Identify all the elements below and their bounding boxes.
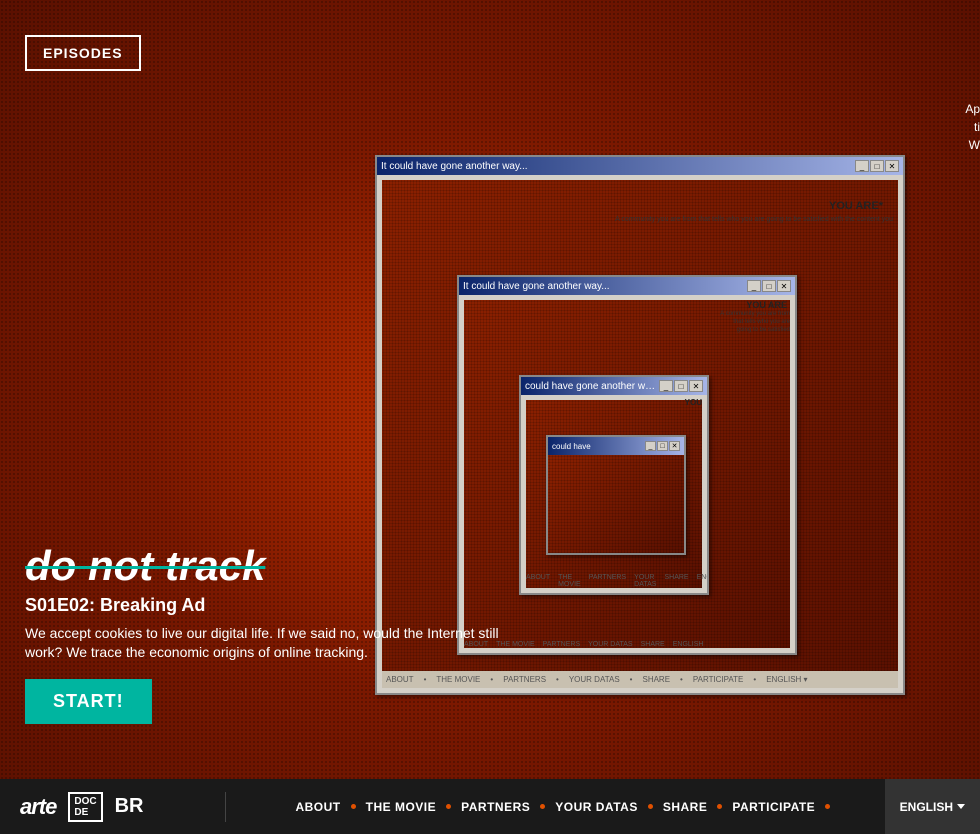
maximize-btn-3[interactable]: □: [674, 380, 688, 392]
minimize-btn-2[interactable]: _: [747, 280, 761, 292]
titlebar-1: It could have gone another way... _ □ ✕: [377, 157, 903, 175]
minimize-btn-1[interactable]: _: [855, 160, 869, 172]
nav-link-about[interactable]: ABOUT: [285, 800, 350, 814]
titlebar-4-buttons: _ □ ✕: [645, 441, 680, 451]
show-title: do not track: [25, 545, 525, 587]
chevron-down-icon: [957, 804, 965, 809]
dialog-4-content: [548, 455, 684, 553]
windows-dialog-4: could have _ □ ✕: [546, 435, 686, 555]
titlebar-2: It could have gone another way... _ □ ✕: [459, 277, 795, 295]
close-btn-1[interactable]: ✕: [885, 160, 899, 172]
nav-item-about-3[interactable]: ABOUT: [526, 574, 550, 588]
language-label: ENGLISH: [900, 800, 953, 814]
minimize-btn-4[interactable]: _: [645, 441, 656, 451]
maximize-btn-4[interactable]: □: [657, 441, 668, 451]
nav-link-partners[interactable]: PARTNERS: [451, 800, 540, 814]
you-are-text-3: YOU: [685, 398, 702, 407]
nav-divider: [225, 792, 226, 822]
nav-link-participate[interactable]: PARTICIPATE: [722, 800, 825, 814]
nav-dot-1f: •: [753, 675, 756, 684]
titlebar-3-title: could have gone another way...: [525, 381, 659, 392]
minimize-btn-3[interactable]: _: [659, 380, 673, 392]
nav-item-share-1[interactable]: SHARE: [642, 675, 670, 684]
nav-item-data-1[interactable]: YOUR DATAS: [569, 675, 620, 684]
right-text-ti: ti: [974, 120, 980, 134]
nav-item-share-3[interactable]: SHARE: [664, 574, 688, 588]
bottom-navigation: arte DOC DE BR ABOUT THE MOVIE PARTNERS …: [0, 779, 980, 834]
language-selector[interactable]: ENGLISH: [885, 779, 980, 834]
episode-title: S01E02: Breaking Ad: [25, 595, 525, 616]
nav-link-yourdatas[interactable]: YOUR DATAS: [545, 800, 648, 814]
close-btn-2[interactable]: ✕: [777, 280, 791, 292]
titlebar-2-title: It could have gone another way...: [463, 281, 747, 292]
episodes-button[interactable]: EPISODES: [25, 35, 141, 71]
br-logo: BR: [115, 795, 144, 818]
titlebar-2-buttons: _ □ ✕: [747, 280, 791, 292]
titlebar-3-buttons: _ □ ✕: [659, 380, 703, 392]
dialog-1-small-text: A community you are from that tells who …: [615, 215, 893, 225]
close-btn-4[interactable]: ✕: [669, 441, 680, 451]
you-are-text-1: YOU ARE*: [829, 200, 883, 212]
dialog-3-nav: ABOUT THE MOVIE PARTNERS YOUR DATAS SHAR…: [526, 574, 702, 588]
nav-item-share-2[interactable]: SHARE: [641, 641, 665, 648]
nav-item-partner-3[interactable]: PARTNERS: [589, 574, 626, 588]
dialog-3-inner: YOU could have _ □: [521, 395, 707, 593]
dialog-2-small-text: A community you are fromthat tells who y…: [720, 311, 790, 334]
maximize-btn-1[interactable]: □: [870, 160, 884, 172]
nav-dot-1e: •: [680, 675, 683, 684]
arte-logo: arte: [20, 794, 56, 820]
windows-dialog-3: could have gone another way... _ □ ✕: [519, 375, 709, 595]
nav-item-lang-2[interactable]: ENGLISH: [673, 641, 704, 648]
right-text-ap: Ap: [965, 102, 980, 116]
logo-section: arte DOC DE BR: [0, 792, 220, 822]
nav-item-participate-1[interactable]: PARTICIPATE: [693, 675, 744, 684]
start-button[interactable]: START!: [25, 679, 152, 724]
nav-dot-1d: •: [630, 675, 633, 684]
maximize-btn-2[interactable]: □: [762, 280, 776, 292]
title-section: do not track S01E02: Breaking Ad We acce…: [25, 545, 525, 724]
nav-link-share[interactable]: SHARE: [653, 800, 718, 814]
titlebar-1-buttons: _ □ ✕: [855, 160, 899, 172]
nav-links: ABOUT THE MOVIE PARTNERS YOUR DATAS SHAR…: [231, 800, 885, 814]
dialog-3-content: YOU could have _ □: [521, 395, 707, 593]
titlebar-1-title: It could have gone another way...: [381, 161, 855, 172]
titlebar-4: could have _ □ ✕: [548, 437, 684, 455]
doc-logo-sub: DE: [74, 807, 96, 818]
doc-logo: DOC DE: [68, 792, 102, 822]
you-are-text-2: YOU ARE: [746, 300, 787, 310]
nav-dot-6: [825, 804, 830, 809]
nav-item-partner-2[interactable]: PARTNERS: [543, 641, 580, 648]
nav-item-lang-1[interactable]: ENGLISH ▾: [766, 675, 807, 684]
nav-item-data-3[interactable]: YOUR DATAS: [634, 574, 656, 588]
episode-description: We accept cookies to live our digital li…: [25, 624, 525, 663]
nav-link-movie[interactable]: THE MOVIE: [356, 800, 447, 814]
doc-logo-text: DOC: [74, 796, 96, 807]
nav-dot-1c: •: [556, 675, 559, 684]
right-text-w: W: [969, 138, 980, 152]
nav-item-lang-3[interactable]: ENGLISH: [697, 574, 707, 588]
right-side-text: Ap ti W: [965, 100, 980, 154]
nav-item-data-2[interactable]: YOUR DATAS: [588, 641, 632, 648]
nav-item-movie-3[interactable]: THE MOVIE: [558, 574, 581, 588]
titlebar-3: could have gone another way... _ □ ✕: [521, 377, 707, 395]
dialog-4-screenshot: [548, 455, 684, 553]
close-btn-3[interactable]: ✕: [689, 380, 703, 392]
titlebar-4-title: could have: [552, 442, 645, 451]
